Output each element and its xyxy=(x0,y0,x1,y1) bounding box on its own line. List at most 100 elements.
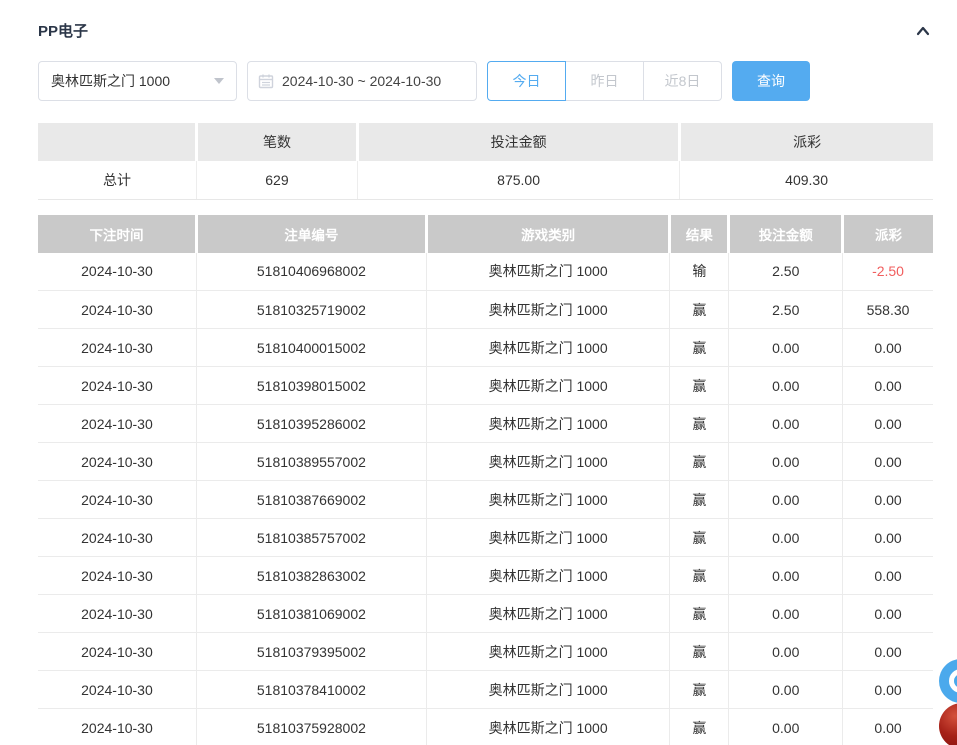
record-row: 2024-10-3051810395286002奥林匹斯之门 1000赢0.00… xyxy=(38,405,933,443)
bet-amount-cell: 0.00 xyxy=(729,329,843,367)
record-row: 2024-10-3051810378410002奥林匹斯之门 1000赢0.00… xyxy=(38,671,933,709)
bet-time-cell: 2024-10-30 xyxy=(38,595,196,633)
result-cell: 赢 xyxy=(670,671,729,709)
game-type-cell: 奥林匹斯之门 1000 xyxy=(426,253,669,291)
summary-header-payout: 派彩 xyxy=(680,123,933,161)
record-row: 2024-10-3051810389557002奥林匹斯之门 1000赢 0.00… xyxy=(38,443,933,481)
date-range-value: 2024-10-30 ~ 2024-10-30 xyxy=(282,73,441,89)
bet-amount-cell: 0.00 xyxy=(729,671,843,709)
result-cell: 赢 xyxy=(670,291,729,329)
customer-service-icon xyxy=(949,669,957,693)
result-cell: 赢 xyxy=(670,633,729,671)
records-header-result: 结果 xyxy=(670,215,729,253)
game-select-value: 奥林匹斯之门 1000 xyxy=(51,71,170,91)
result-cell: 赢 xyxy=(670,595,729,633)
summary-header-empty xyxy=(38,123,196,161)
bet-amount-cell: 0.00 xyxy=(729,519,843,557)
records-header-game-type: 游戏类别 xyxy=(426,215,669,253)
filter-toolbar: 奥林匹斯之门 1000 2024-10-30 ~ 2024-10-30 今日 昨… xyxy=(38,61,933,101)
bet-time-cell: 2024-10-30 xyxy=(38,329,196,367)
game-type-cell: 奥林匹斯之门 1000 xyxy=(426,481,669,519)
bet-time-cell: 2024-10-30 xyxy=(38,367,196,405)
search-button[interactable]: 查询 xyxy=(732,61,810,101)
bet-time-cell: 2024-10-30 xyxy=(38,481,196,519)
summary-total-label: 总计 xyxy=(38,161,196,199)
collapse-panel-button[interactable] xyxy=(913,21,933,41)
last-8-days-button[interactable]: 近8日 xyxy=(643,61,722,101)
payout-cell: 0.00 xyxy=(843,329,933,367)
bet-amount-cell: 0.00 xyxy=(729,405,843,443)
bet-amount-cell: 2.50 xyxy=(729,291,843,329)
summary-header-bet-amount: 投注金额 xyxy=(358,123,680,161)
bet-amount-cell: 2.50 xyxy=(729,253,843,291)
order-id-cell: 51810389557002 xyxy=(196,443,426,481)
bet-time-cell: 2024-10-30 xyxy=(38,253,196,291)
bet-amount-cell: 0.00 xyxy=(729,557,843,595)
calendar-icon xyxy=(258,73,274,89)
payout-cell: 0.00 xyxy=(843,481,933,519)
result-cell: 赢 xyxy=(670,443,729,481)
order-id-cell: 51810406968002 xyxy=(196,253,426,291)
payout-cell: 0.00 xyxy=(843,443,933,481)
date-range-input[interactable]: 2024-10-30 ~ 2024-10-30 xyxy=(247,61,477,101)
order-id-cell: 51810381069002 xyxy=(196,595,426,633)
payout-cell: 0.00 xyxy=(843,405,933,443)
panel-header: PP电子 xyxy=(38,20,933,41)
bet-amount-cell: 0.00 xyxy=(729,633,843,671)
records-header-row: 下注时间 注单编号 游戏类别 结果 投注金额 派彩 xyxy=(38,215,933,253)
pp-games-panel: PP电子 奥林匹斯之门 1000 2024-10-30 ~ 2024-10-30 xyxy=(0,0,957,745)
summary-total-count: 629 xyxy=(196,161,357,199)
record-row: 2024-10-3051810400015002奥林匹斯之门 1000赢0.00… xyxy=(38,329,933,367)
order-id-cell: 51810398015002 xyxy=(196,367,426,405)
result-cell: 赢 xyxy=(670,481,729,519)
yesterday-button[interactable]: 昨日 xyxy=(565,61,644,101)
result-cell: 赢 xyxy=(670,367,729,405)
order-id-cell: 51810378410002 xyxy=(196,671,426,709)
order-id-cell: 51810400015002 xyxy=(196,329,426,367)
quick-date-button-group: 今日 昨日 近8日 xyxy=(487,61,722,101)
result-cell: 赢 xyxy=(670,519,729,557)
result-cell: 输 xyxy=(670,253,729,291)
result-cell: 赢 xyxy=(670,557,729,595)
payout-cell: 0.00 xyxy=(843,671,933,709)
game-type-cell: 奥林匹斯之门 1000 xyxy=(426,557,669,595)
bet-records-table: 下注时间 注单编号 游戏类别 结果 投注金额 派彩 2024-10-305181… xyxy=(38,215,933,745)
payout-cell: 0.00 xyxy=(843,595,933,633)
game-type-cell: 奥林匹斯之门 1000 xyxy=(426,633,669,671)
payout-cell: 0.00 xyxy=(843,367,933,405)
game-type-cell: 奥林匹斯之门 1000 xyxy=(426,291,669,329)
records-header-bet-time: 下注时间 xyxy=(38,215,196,253)
game-type-cell: 奥林匹斯之门 1000 xyxy=(426,709,669,745)
game-type-cell: 奥林匹斯之门 1000 xyxy=(426,329,669,367)
bet-amount-cell: 0.00 xyxy=(729,481,843,519)
game-type-cell: 奥林匹斯之门 1000 xyxy=(426,443,669,481)
game-select[interactable]: 奥林匹斯之门 1000 xyxy=(38,61,237,101)
payout-cell: 0.00 xyxy=(843,519,933,557)
order-id-cell: 51810382863002 xyxy=(196,557,426,595)
bet-time-cell: 2024-10-30 xyxy=(38,519,196,557)
game-type-cell: 奥林匹斯之门 1000 xyxy=(426,671,669,709)
record-row: 2024-10-3051810379395002奥林匹斯之门 1000赢0.00… xyxy=(38,633,933,671)
summary-table: 笔数 投注金额 派彩 总计 629 875.00 409.30 xyxy=(38,123,933,200)
bet-time-cell: 2024-10-30 xyxy=(38,443,196,481)
payout-cell: 558.30 xyxy=(843,291,933,329)
game-type-cell: 奥林匹斯之门 1000 xyxy=(426,519,669,557)
bet-amount-cell: 0.00 xyxy=(729,367,843,405)
result-cell: 赢 xyxy=(670,405,729,443)
payout-cell: 0.00 xyxy=(843,633,933,671)
bet-time-cell: 2024-10-30 xyxy=(38,291,196,329)
records-header-payout: 派彩 xyxy=(843,215,933,253)
record-row: 2024-10-3051810398015002奥林匹斯之门 1000赢0.00… xyxy=(38,367,933,405)
record-row: 2024-10-3051810387669002奥林匹斯之门 1000赢0.00… xyxy=(38,481,933,519)
record-row: 2024-10-3051810375928002奥林匹斯之门 1000赢0.00… xyxy=(38,709,933,745)
order-id-cell: 51810379395002 xyxy=(196,633,426,671)
summary-header-count: 笔数 xyxy=(196,123,357,161)
record-row: 2024-10-3051810325719002奥林匹斯之门 1000赢2.50… xyxy=(38,291,933,329)
game-type-cell: 奥林匹斯之门 1000 xyxy=(426,367,669,405)
bet-time-cell: 2024-10-30 xyxy=(38,633,196,671)
order-id-cell: 51810325719002 xyxy=(196,291,426,329)
summary-total-payout: 409.30 xyxy=(680,161,933,199)
payout-cell: 0.00 xyxy=(843,557,933,595)
bet-time-cell: 2024-10-30 xyxy=(38,671,196,709)
today-button[interactable]: 今日 xyxy=(487,61,566,101)
